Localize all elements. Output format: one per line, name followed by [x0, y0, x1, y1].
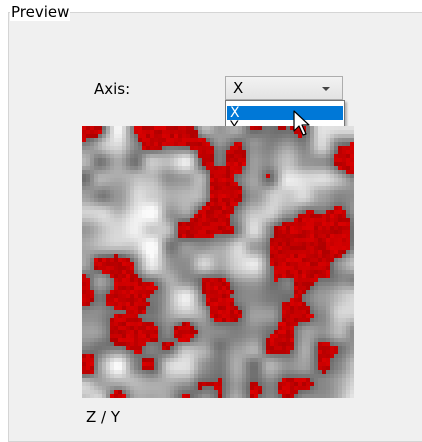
axis-label: Axis: — [94, 80, 131, 98]
preview-caption: Z / Y — [86, 408, 121, 426]
chevron-down-icon[interactable] — [322, 87, 330, 91]
axis-combobox-value: X — [233, 79, 244, 97]
slice-preview-image — [82, 126, 354, 398]
axis-combobox[interactable]: X — [225, 76, 343, 100]
mouse-pointer-icon — [293, 110, 310, 136]
preview-group-title: Preview — [10, 3, 71, 21]
axis-option-x[interactable]: X — [227, 106, 343, 120]
